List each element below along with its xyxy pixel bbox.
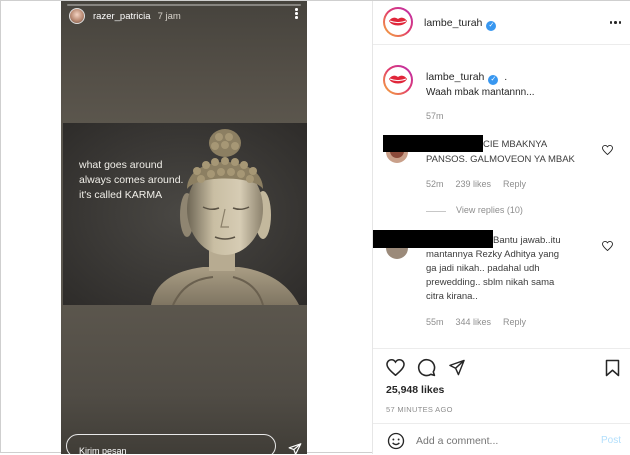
story-quote-text: what goes around always comes around. it… bbox=[79, 159, 184, 201]
reply-button[interactable]: Reply bbox=[503, 179, 526, 189]
comment-text-line: CIE MBAKNYA bbox=[483, 139, 548, 150]
redaction-bar bbox=[383, 135, 483, 152]
story-avatar[interactable] bbox=[69, 8, 85, 24]
story-reply-input[interactable]: Kirim pesan bbox=[66, 434, 276, 454]
story-background-bottom bbox=[61, 305, 307, 454]
story-progress-bar bbox=[67, 4, 301, 6]
comment-icon[interactable] bbox=[417, 358, 436, 377]
verified-badge-icon: ✓ bbox=[486, 21, 497, 31]
heart-icon[interactable] bbox=[602, 145, 613, 155]
add-comment-input[interactable] bbox=[416, 435, 556, 447]
comment-time: 52m bbox=[426, 179, 444, 189]
comment-text-line: PANSOS. GALMOVEON YA MBAK bbox=[426, 154, 575, 165]
share-icon[interactable] bbox=[448, 359, 466, 376]
post-time-ago: 57 MINUTES AGO bbox=[386, 405, 453, 414]
caption-dot: . bbox=[504, 71, 508, 83]
comment-text-line: prewedding.. sblm nikah sama bbox=[426, 277, 555, 288]
story-time: 7 jam bbox=[157, 10, 181, 22]
caption-text: Waah mbak mantannn... bbox=[426, 87, 535, 98]
post-header: lambe_turah ✓ bbox=[373, 1, 630, 45]
comment-meta: 55m 344 likes Reply bbox=[426, 317, 538, 327]
story-username[interactable]: razer_patricia bbox=[93, 11, 151, 22]
lips-logo-icon bbox=[389, 17, 407, 26]
header-username[interactable]: lambe_turah ✓ bbox=[424, 17, 497, 31]
buddha-statue-image bbox=[63, 123, 307, 305]
heart-icon[interactable] bbox=[386, 359, 405, 376]
verified-badge-icon: ✓ bbox=[488, 75, 499, 85]
lips-logo-icon bbox=[389, 75, 407, 84]
view-replies-button[interactable]: View replies (10) bbox=[456, 205, 523, 215]
send-icon[interactable] bbox=[288, 442, 302, 454]
add-comment-bar: Post bbox=[373, 423, 630, 455]
heart-icon[interactable] bbox=[602, 241, 613, 251]
comment-text-line: ga jadi nikah.. padahal udh bbox=[426, 263, 540, 274]
post-actions-section: 25,948 likes 57 MINUTES AGO Post bbox=[373, 348, 630, 454]
story-more-icon[interactable] bbox=[295, 8, 298, 20]
likes-count[interactable]: 25,948 likes bbox=[386, 384, 444, 396]
comment-text-line: citra kirana.. bbox=[426, 291, 478, 302]
more-icon[interactable] bbox=[609, 21, 621, 24]
caption-username[interactable]: lambe_turah ✓ . bbox=[426, 71, 507, 85]
reply-button[interactable]: Reply bbox=[503, 317, 526, 327]
header-avatar[interactable] bbox=[383, 7, 413, 37]
post-comment-button[interactable]: Post bbox=[601, 435, 621, 446]
comment-likes[interactable]: 239 likes bbox=[456, 179, 492, 189]
emoji-icon[interactable] bbox=[387, 432, 405, 450]
replies-divider bbox=[426, 211, 446, 212]
redaction-bar bbox=[373, 230, 493, 248]
screenshot-frame: razer_patricia 7 jam what goes around al… bbox=[0, 0, 630, 454]
story-header: razer_patricia 7 jam bbox=[69, 7, 181, 25]
comment-text-line: mantannya Rezky Adhitya yang bbox=[426, 249, 560, 260]
comment-meta: 52m 239 likes Reply bbox=[426, 179, 538, 189]
comment-text-line: Bantu jawab..itu bbox=[493, 235, 561, 246]
caption-avatar[interactable] bbox=[383, 65, 413, 95]
story-image: what goes around always comes around. it… bbox=[63, 123, 307, 305]
comment-likes[interactable]: 344 likes bbox=[456, 317, 492, 327]
bookmark-icon[interactable] bbox=[605, 359, 620, 377]
post-panel: lambe_turah ✓ lambe_turah ✓ . Waah mbak ma… bbox=[372, 1, 630, 454]
comment-time: 55m bbox=[426, 317, 444, 327]
caption-time: 57m bbox=[426, 111, 444, 121]
story-viewer[interactable]: razer_patricia 7 jam what goes around al… bbox=[61, 1, 307, 454]
